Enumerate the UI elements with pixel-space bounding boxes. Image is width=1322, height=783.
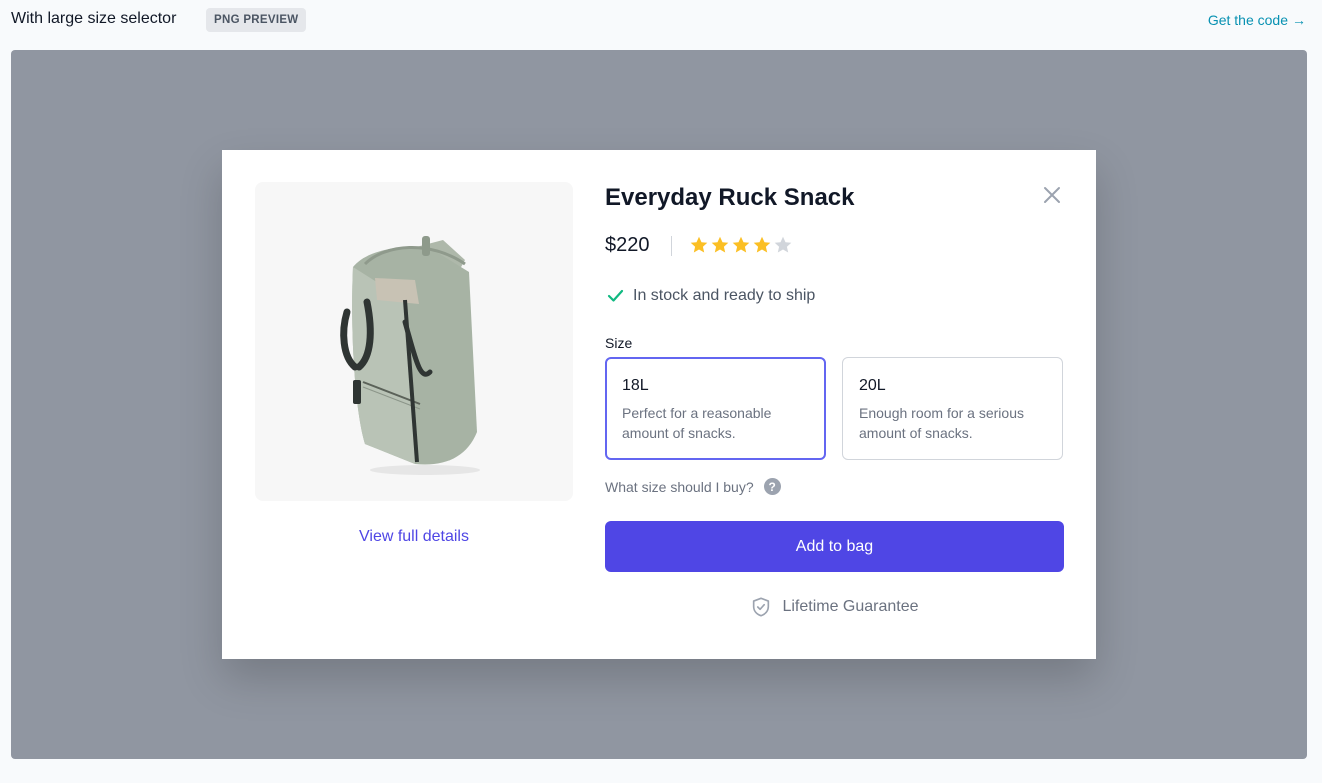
size-option-description: Enough room for a serious amount of snac… xyxy=(859,405,1024,441)
stock-status: In stock and ready to ship xyxy=(607,287,815,305)
rating-stars xyxy=(689,235,793,255)
get-the-code-label: Get the code xyxy=(1207,12,1288,28)
lifetime-guarantee: Lifetime Guarantee xyxy=(605,596,1064,618)
example-title: With large size selector xyxy=(11,10,177,27)
star-icon xyxy=(732,236,750,253)
price-divider xyxy=(671,236,672,256)
size-option-description: Perfect for a reasonable amount of snack… xyxy=(622,405,772,441)
tote-bag-icon xyxy=(340,236,480,475)
check-icon xyxy=(607,289,624,302)
get-the-code-link[interactable]: Get the code → xyxy=(1208,12,1306,28)
add-to-bag-button[interactable]: Add to bag xyxy=(605,521,1064,572)
size-option-name: 20L xyxy=(859,377,886,394)
view-full-details-link[interactable]: View full details xyxy=(255,528,573,546)
stock-text: In stock and ready to ship xyxy=(633,287,816,304)
product-image xyxy=(255,182,573,501)
size-help-text: What size should I buy? xyxy=(605,478,754,495)
guarantee-text: Lifetime Guarantee xyxy=(782,598,919,615)
star-icon xyxy=(753,236,771,253)
star-icon xyxy=(711,236,729,253)
shield-check-icon xyxy=(753,597,770,617)
quick-view-modal: View full details Everyday Ruck Snack $2… xyxy=(222,150,1096,659)
size-option-name: 18L xyxy=(622,377,649,394)
product-price: $220 xyxy=(605,234,650,256)
size-help-link[interactable]: What size should I buy? ? xyxy=(605,478,781,495)
preview-header: With large size selector PNG PREVIEW Get… xyxy=(0,0,1322,42)
size-label: Size xyxy=(605,335,633,351)
star-icon xyxy=(690,236,708,253)
size-option-20l[interactable]: 20L Enough room for a serious amount of … xyxy=(842,357,1063,460)
star-icon xyxy=(774,236,792,253)
product-title: Everyday Ruck Snack xyxy=(605,184,855,211)
size-option-18l[interactable]: 18L Perfect for a reasonable amount of s… xyxy=(605,357,826,460)
close-icon xyxy=(1044,187,1060,203)
png-preview-badge: PNG PREVIEW xyxy=(206,8,307,32)
arrow-right-icon: → xyxy=(1292,12,1306,28)
close-button[interactable] xyxy=(1040,183,1064,207)
question-mark-icon: ? xyxy=(763,478,781,495)
